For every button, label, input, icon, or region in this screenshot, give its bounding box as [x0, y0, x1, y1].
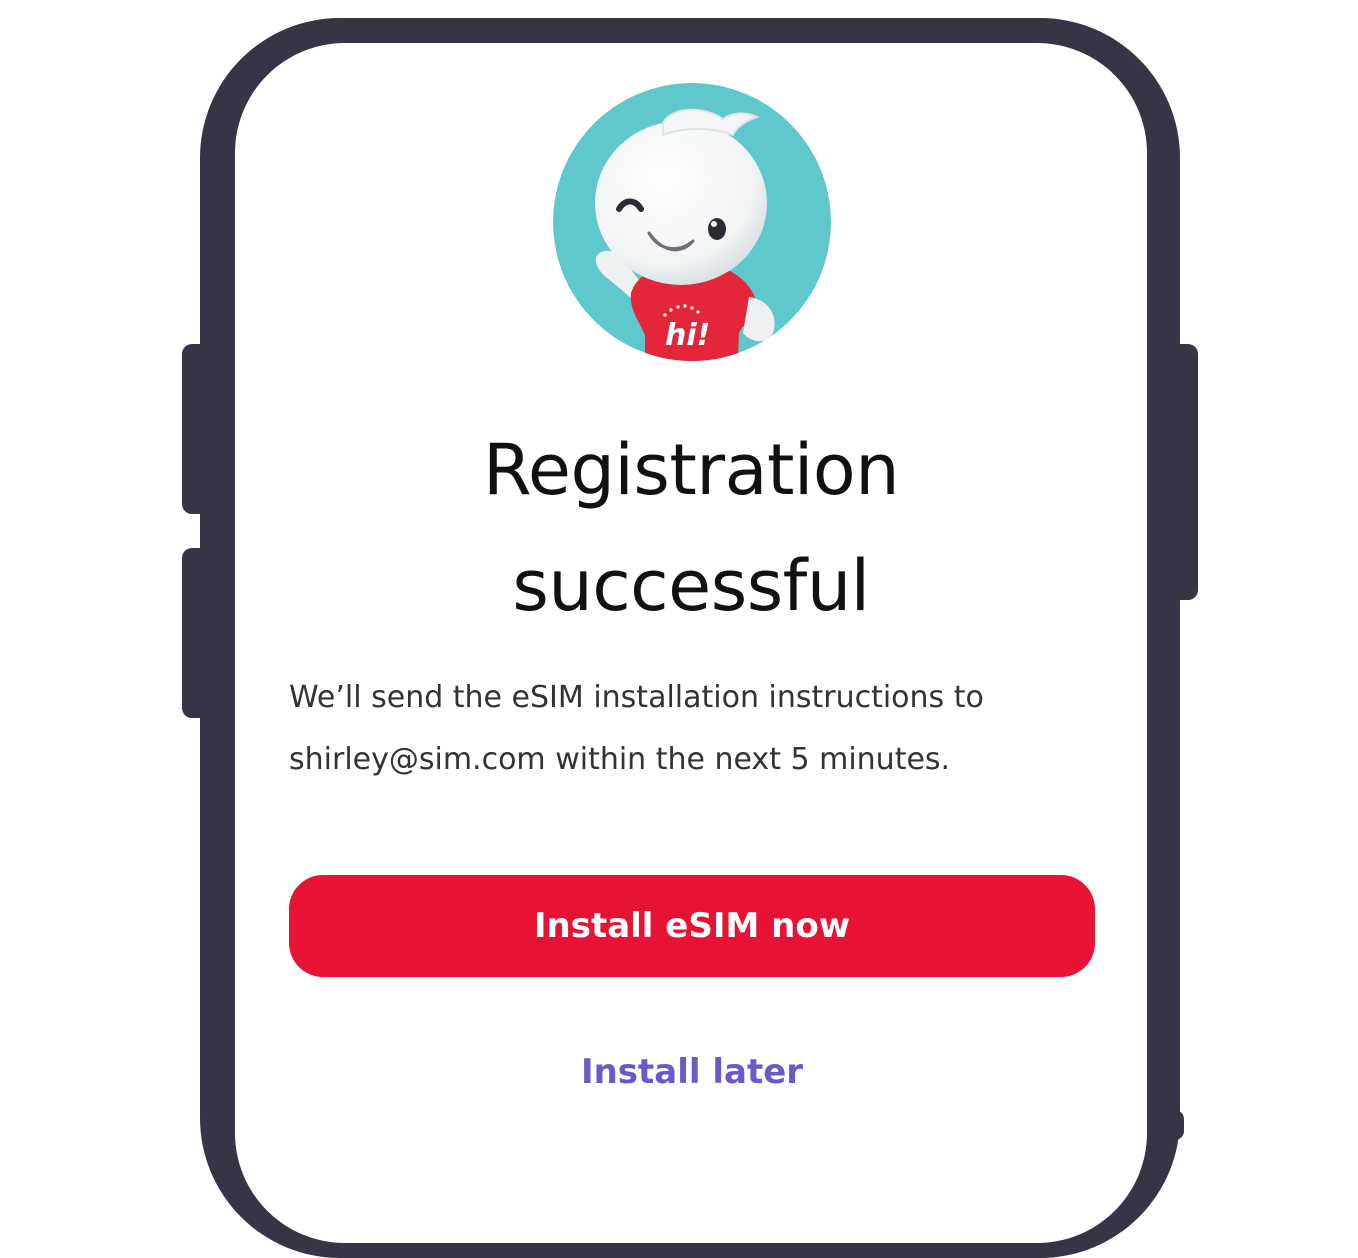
phone-side-sensor	[1166, 1110, 1184, 1140]
title-line-2: successful	[512, 545, 870, 627]
message-line-2: shirley@sim.com within the next 5 minute…	[289, 742, 951, 777]
page-title: Registration successful	[235, 412, 1147, 644]
mascot-shirt-text: hi!	[665, 318, 710, 353]
mascot-avatar: hi!	[553, 83, 831, 361]
title-line-1: Registration	[482, 429, 900, 511]
mascot-eye	[708, 218, 726, 240]
install-esim-now-button[interactable]: Install eSIM now	[289, 875, 1095, 977]
install-later-link[interactable]: Install later	[289, 1046, 1095, 1098]
confirmation-message: We’ll send the eSIM installation instruc…	[289, 667, 1109, 791]
message-line-1: We’ll send the eSIM installation instruc…	[289, 680, 984, 715]
